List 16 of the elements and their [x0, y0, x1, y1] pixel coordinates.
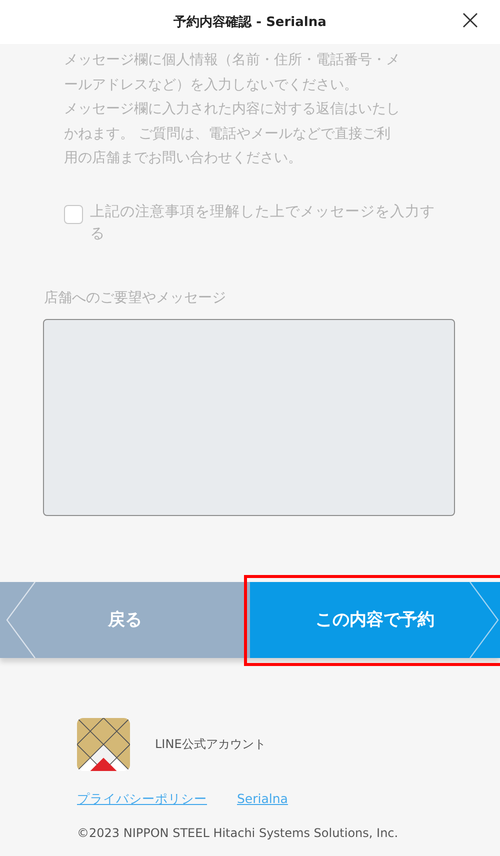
checkbox[interactable]: [64, 204, 83, 224]
logo-icon: [77, 718, 130, 770]
reserve-button[interactable]: この内容で予約: [250, 582, 500, 658]
notice-text: メッセージ欄に入力された内容に対する返信はいたしかねます。 ご質問は、電話やメールなどで直接ご利用の店舗までお問い合わせください。: [64, 100, 401, 168]
checkbox-label: 上記の注意事項を理解した上でメッセージを入力する: [90, 202, 436, 244]
chevron-icon: [468, 582, 500, 658]
copyright-text: ©2023 NIPPON STEEL Hitachi Systems Solutions, Inc.: [77, 826, 400, 840]
footer-link[interactable]: Serialna: [237, 790, 288, 808]
footer-link[interactable]: プライバシーポリシー: [77, 790, 207, 808]
field-label: 店舗へのご要望やメッセージ: [44, 288, 227, 306]
close-button[interactable]: ×: [454, 6, 486, 34]
account-label: LINE公式アカウント: [155, 736, 266, 752]
back-button[interactable]: 戻る: [0, 582, 250, 658]
notice-text: メッセージ欄に個人情報（名前・住所・電話番号・メールアドレスなど）を入力しないでください。: [64, 51, 401, 94]
window-title: 予約内容確認 - Serialna: [174, 14, 326, 31]
chevron-icon: [5, 582, 37, 658]
